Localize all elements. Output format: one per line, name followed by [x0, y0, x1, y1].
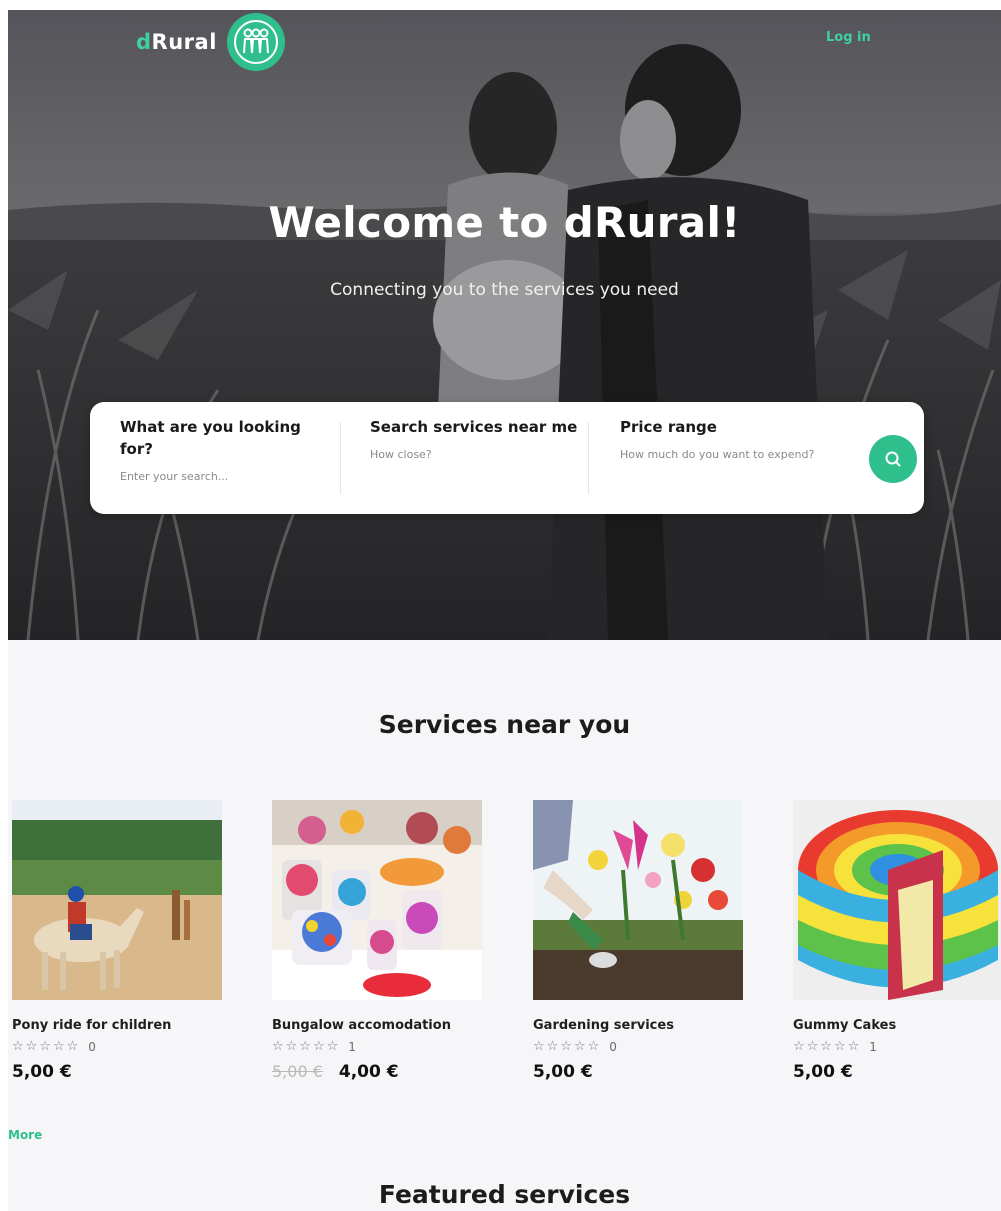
price-row: 5,00 € 4,00 € — [272, 1062, 482, 1082]
service-price: 5,00 € — [793, 1062, 853, 1082]
hero-title: Welcome to dRural! — [268, 198, 741, 247]
service-rating: ☆☆☆☆☆ 0 — [12, 1039, 222, 1054]
rating-count: 0 — [609, 1039, 617, 1054]
search-near-field[interactable]: Search services near me How close? — [370, 402, 580, 514]
service-rating: ☆☆☆☆☆ 1 — [793, 1039, 1001, 1054]
service-card[interactable]: Pony ride for children ☆☆☆☆☆ 0 5,00 € — [12, 800, 222, 1082]
service-card[interactable]: Gardening services ☆☆☆☆☆ 0 5,00 € — [533, 800, 743, 1082]
service-price: 5,00 € — [533, 1062, 593, 1082]
search-what-input[interactable]: Enter your search... — [120, 468, 330, 485]
price-range-field[interactable]: Price range How much do you want to expe… — [620, 402, 830, 514]
service-name[interactable]: Bungalow accomodation — [272, 1018, 482, 1033]
price-row: 5,00 € — [533, 1062, 743, 1082]
service-price: 5,00 € — [12, 1062, 72, 1082]
service-card[interactable]: Gummy Cakes ☆☆☆☆☆ 1 5,00 € — [793, 800, 1001, 1082]
search-what-label: What are you looking for? — [120, 418, 301, 458]
more-link[interactable]: More — [8, 1128, 42, 1142]
star-outline-icon: ☆☆☆☆☆ — [533, 1039, 602, 1054]
logo-text: dRural — [136, 30, 217, 54]
service-name[interactable]: Gardening services — [533, 1018, 743, 1033]
login-link[interactable]: Log in — [826, 30, 871, 45]
rating-count: 1 — [869, 1039, 877, 1054]
star-outline-icon: ☆☆☆☆☆ — [272, 1039, 341, 1054]
price-row: 5,00 € — [793, 1062, 1001, 1082]
hero-background-image — [8, 10, 1001, 640]
logo-text-prefix: d — [136, 30, 152, 54]
service-image[interactable] — [533, 800, 743, 1000]
service-name[interactable]: Gummy Cakes — [793, 1018, 1001, 1033]
page: dRural Log in Welcome to dRural! Connect… — [8, 10, 1001, 1211]
search-icon — [885, 451, 901, 467]
service-rating: ☆☆☆☆☆ 0 — [533, 1039, 743, 1054]
service-old-price: 5,00 € — [272, 1062, 323, 1081]
service-image[interactable] — [793, 800, 1001, 1000]
hero-section: dRural Log in Welcome to dRural! Connect… — [8, 10, 1001, 640]
people-circle-logo-icon — [226, 13, 285, 71]
search-panel: What are you looking for? Enter your sea… — [90, 402, 924, 514]
logo[interactable]: dRural — [136, 13, 285, 71]
hero-subtitle: Connecting you to the services you need — [330, 280, 679, 300]
services-near-title: Services near you — [378, 710, 631, 739]
featured-services-title: Featured services — [378, 1180, 631, 1209]
search-near-input[interactable]: How close? — [370, 446, 580, 463]
search-divider — [588, 422, 589, 494]
rating-count: 1 — [348, 1039, 356, 1054]
search-near-label: Search services near me — [370, 418, 578, 436]
service-image[interactable] — [12, 800, 222, 1000]
service-rating: ☆☆☆☆☆ 1 — [272, 1039, 482, 1054]
price-range-input[interactable]: How much do you want to expend? — [620, 446, 830, 463]
search-divider — [340, 422, 341, 494]
star-outline-icon: ☆☆☆☆☆ — [12, 1039, 81, 1054]
logo-text-rest: Rural — [151, 30, 217, 54]
service-card[interactable]: Bungalow accomodation ☆☆☆☆☆ 1 5,00 € 4,0… — [272, 800, 482, 1082]
service-image[interactable] — [272, 800, 482, 1000]
search-button[interactable] — [869, 435, 917, 483]
rating-count: 0 — [88, 1039, 96, 1054]
service-name[interactable]: Pony ride for children — [12, 1018, 222, 1033]
service-price: 4,00 € — [338, 1062, 399, 1082]
price-range-label: Price range — [620, 418, 717, 436]
star-outline-icon: ☆☆☆☆☆ — [793, 1039, 862, 1054]
search-what-field[interactable]: What are you looking for? Enter your sea… — [120, 402, 330, 514]
price-row: 5,00 € — [12, 1062, 222, 1082]
